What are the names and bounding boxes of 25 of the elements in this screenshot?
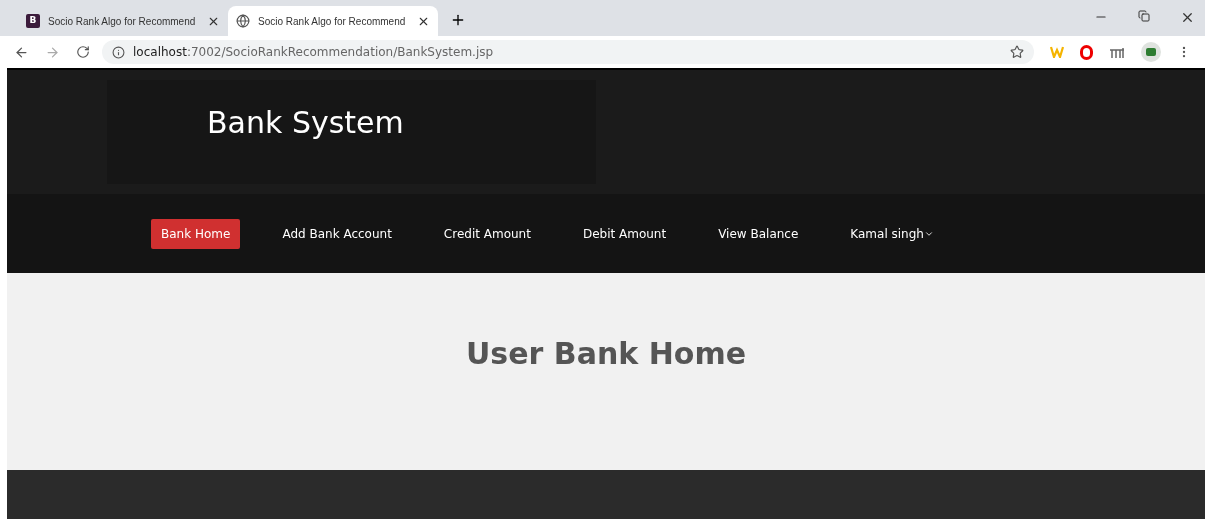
restore-icon[interactable] [1138, 10, 1150, 22]
new-tab-icon[interactable] [450, 12, 466, 28]
globe-icon [236, 14, 250, 28]
reload-icon[interactable] [76, 45, 90, 59]
bookmark-star-icon[interactable] [1010, 45, 1024, 59]
nav-link[interactable]: Add Bank Account [272, 218, 402, 249]
close-icon[interactable] [1180, 10, 1195, 25]
user-menu[interactable]: Kamal singh [840, 218, 944, 249]
nav-link[interactable]: View Balance [708, 218, 809, 249]
site-title: Bank System [207, 104, 405, 142]
address-bar[interactable]: localhost:7002/SocioRankRecommendation/BankSystem.jsp [102, 40, 1034, 64]
tab-title: Socio Rank Algo for Recommend [258, 14, 407, 29]
url-text: localhost:7002/SocioRankRecommendation/BankSystem.jsp [133, 44, 495, 61]
page-heading: User Bank Home [466, 335, 746, 373]
back-icon[interactable] [14, 44, 29, 60]
tab-title: Socio Rank Algo for Recommend [48, 14, 197, 29]
info-icon [112, 45, 125, 59]
nav-link[interactable]: Credit Amount [433, 218, 541, 249]
profile-avatar-icon[interactable] [1141, 42, 1161, 62]
bars-icon[interactable] [1109, 46, 1125, 58]
site-logo-icon: B [26, 14, 40, 28]
ring-icon[interactable] [1080, 44, 1093, 60]
nav-link[interactable]: Bank Home [151, 218, 241, 249]
browser-tab[interactable]: Socio Rank Algo for Recommend [228, 6, 438, 36]
nav-link[interactable]: Debit Amount [572, 218, 677, 249]
